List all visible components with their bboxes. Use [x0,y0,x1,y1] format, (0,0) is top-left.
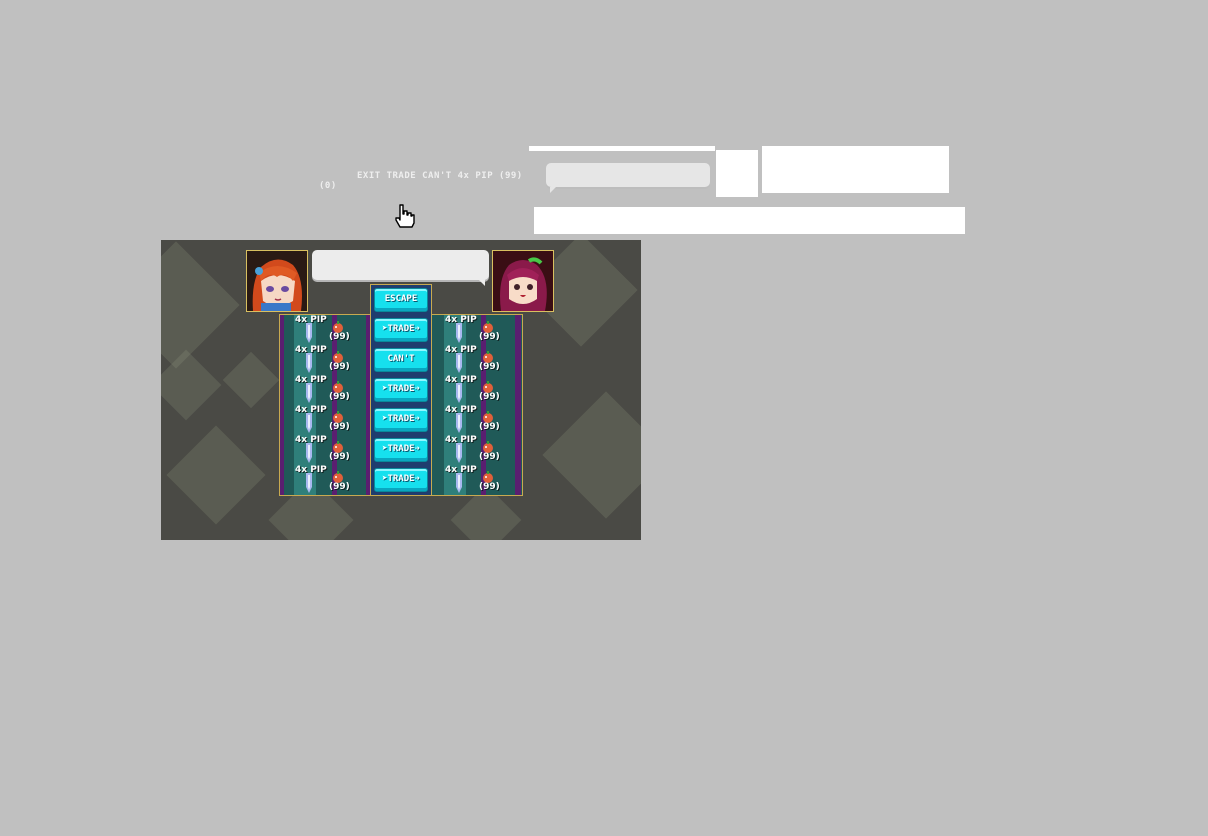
atlas-white-panel [762,146,949,193]
trade-button[interactable]: ➤TRADE➔ [374,438,428,462]
pointer-hand-icon [395,204,415,228]
right-offer-row: 4x PIP (99) [429,345,507,375]
trade-button[interactable]: ➤TRADE➔ [374,468,428,492]
count-label: (99) [329,332,350,342]
right-offer-row: 4x PIP (99) [429,315,507,345]
crystal-icon [456,353,462,373]
crystal-icon [306,443,312,463]
right-offer-row: 4x PIP (99) [429,375,507,405]
merchant-girl-icon [493,251,553,311]
count-label: (99) [329,362,350,372]
crystal-icon [456,323,462,343]
bg-diamond [542,391,641,519]
player-portrait [246,250,308,312]
redhead-girl-icon [247,251,307,311]
count-label: (99) [329,452,350,462]
right-offer-row: 4x PIP (99) [429,435,507,465]
crystal-icon [306,353,312,373]
right-offer-row: 4x PIP (99) [429,465,507,495]
bg-diamond [166,425,266,525]
trade-button[interactable]: ➤TRADE➔ [374,318,428,342]
left-offer-row: 4x PIP (99) [279,405,357,435]
count-label: (99) [479,392,500,402]
escape-button[interactable]: ESCAPE [374,288,428,312]
left-offer-row: 4x PIP (99) [279,465,357,495]
count-label: (99) [479,452,500,462]
cant-trade-button[interactable]: CAN'T [374,348,428,372]
atlas-white-strip [534,207,965,234]
atlas-white-bar [529,146,715,151]
count-label: (99) [329,392,350,402]
crystal-icon [456,413,462,433]
crystal-icon [306,383,312,403]
left-offer-row: 4x PIP (99) [279,375,357,405]
crystal-icon [306,473,312,493]
left-offer-row: 4x PIP (99) [279,435,357,465]
left-offer-row: 4x PIP (99) [279,315,357,345]
right-offer-row: 4x PIP (99) [429,405,507,435]
atlas-white-square [716,150,758,197]
action-column: ESCAPE ➤TRADE➔ CAN'T ➤TRADE➔ ➤TRADE➔ ➤TR… [370,284,432,496]
count-label: (99) [329,482,350,492]
crystal-icon [306,323,312,343]
atlas-speech-bubble [546,163,710,193]
trade-button[interactable]: ➤TRADE➔ [374,408,428,432]
count-label: (99) [479,482,500,492]
count-label: (99) [479,332,500,342]
crystal-icon [456,383,462,403]
count-label: (99) [329,422,350,432]
merchant-portrait [492,250,554,312]
count-label: (99) [479,422,500,432]
game-screen: 4x PIP (99) 4x PIP (99) 4x PIP (99) 4x P… [161,240,641,540]
atlas-zero-count: (0) [319,181,337,191]
trade-button[interactable]: ➤TRADE➔ [374,378,428,402]
bg-diamond [161,241,240,369]
bg-diamond [222,351,280,409]
crystal-icon [306,413,312,433]
crystal-icon [456,473,462,493]
crystal-icon [456,443,462,463]
dialogue-bubble [312,250,489,286]
atlas-labels: EXIT TRADE CAN'T 4x PIP (99) [357,171,523,181]
count-label: (99) [479,362,500,372]
left-offer-row: 4x PIP (99) [279,345,357,375]
panel-stripe [515,315,521,495]
